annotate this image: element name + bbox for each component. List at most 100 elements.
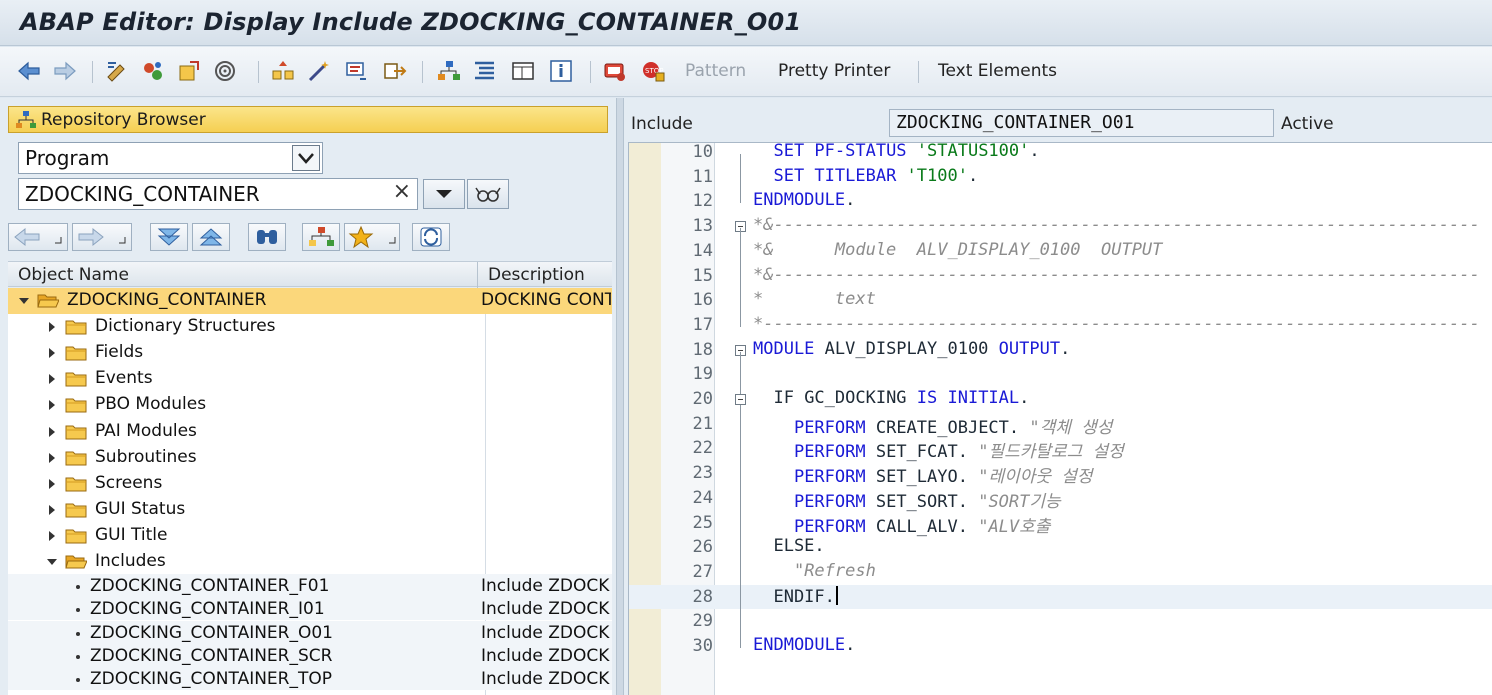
tree-folder-row[interactable]: Screens bbox=[8, 471, 612, 497]
tree-folder-row[interactable]: PAI Modules bbox=[8, 419, 612, 445]
code-line[interactable]: 19 bbox=[629, 362, 1492, 387]
favorites-icon[interactable] bbox=[344, 223, 400, 251]
folder-icon bbox=[65, 370, 87, 387]
pretty-printer-button[interactable]: Pretty Printer bbox=[778, 61, 890, 81]
line-number: 25 bbox=[692, 512, 713, 533]
code-line[interactable]: 20 IF GC_DOCKING IS INITIAL. bbox=[629, 387, 1492, 412]
code-text: *&--------------------------------------… bbox=[753, 264, 1480, 285]
code-line[interactable]: 15 *&------------------------------------… bbox=[629, 264, 1492, 289]
code-line[interactable]: 16 * text bbox=[629, 288, 1492, 313]
include-name-label: ZDOCKING_CONTAINER_O01 bbox=[90, 622, 333, 643]
tree-folder-row[interactable]: Includes bbox=[8, 549, 612, 575]
tree-folder-label: GUI Title bbox=[95, 524, 168, 545]
code-line[interactable]: 13 *&------------------------------------… bbox=[629, 214, 1492, 239]
tree-root-row[interactable]: ZDOCKING_CONTAINER DOCKING CONTAINER bbox=[8, 288, 612, 314]
session-breakpoint-icon[interactable]: STOP bbox=[640, 59, 666, 83]
dropdown-button[interactable] bbox=[423, 179, 465, 209]
code-line[interactable]: 14 *& Module ALV_DISPLAY_0100 OUTPUT bbox=[629, 239, 1492, 264]
fold-toggle-icon[interactable] bbox=[735, 394, 746, 405]
code-text: SET PF-STATUS 'STATUS100'. bbox=[773, 142, 1040, 161]
line-number: 19 bbox=[692, 364, 713, 385]
info-icon[interactable] bbox=[548, 59, 574, 83]
display-glasses-button[interactable] bbox=[467, 179, 509, 209]
magic-wand-icon[interactable] bbox=[306, 59, 332, 83]
tree-folder-label: Events bbox=[95, 368, 153, 389]
tree-folder-row[interactable]: Fields bbox=[8, 340, 612, 366]
move-icon[interactable] bbox=[382, 59, 408, 83]
tree-include-row[interactable]: ZDOCKING_CONTAINER_F01 Include ZDOCKING_C… bbox=[8, 574, 612, 598]
outline-icon[interactable] bbox=[472, 59, 498, 83]
collapse-arrow-icon bbox=[49, 452, 55, 463]
tree-folder-row[interactable]: GUI Status bbox=[8, 497, 612, 523]
code-line[interactable]: 10 SET PF-STATUS 'STATUS100'. bbox=[629, 142, 1492, 165]
code-line[interactable]: 11 SET TITLEBAR 'T100'. bbox=[629, 165, 1492, 190]
insert-icon[interactable] bbox=[344, 59, 370, 83]
breakpoint-icon[interactable] bbox=[602, 59, 628, 83]
back-icon[interactable] bbox=[8, 223, 68, 251]
tree-folder-row[interactable]: GUI Title bbox=[8, 523, 612, 549]
repository-browser-label: Repository Browser bbox=[41, 110, 206, 130]
refresh-icon[interactable] bbox=[412, 223, 450, 251]
window-icon[interactable] bbox=[510, 59, 536, 83]
code-line[interactable]: 24 PERFORM SET_SORT. "SORT기능 bbox=[629, 486, 1492, 512]
collapse-arrow-icon bbox=[49, 322, 55, 333]
object-name-column[interactable]: Object Name bbox=[18, 265, 129, 285]
code-line[interactable]: 28 ENDIF. bbox=[629, 584, 1492, 610]
find-icon[interactable] bbox=[248, 223, 286, 251]
code-line[interactable]: 29 bbox=[629, 609, 1492, 634]
display-change-icon[interactable] bbox=[104, 59, 130, 83]
application-toolbar: STOP Pattern Pretty Printer Text Element… bbox=[0, 47, 1492, 97]
code-line[interactable]: 17 *-------------------------------------… bbox=[629, 313, 1492, 338]
hierarchy-icon[interactable] bbox=[436, 59, 462, 83]
text-elements-button[interactable]: Text Elements bbox=[938, 61, 1057, 81]
code-line[interactable]: 21 PERFORM CREATE_OBJECT. "객체 생성 bbox=[629, 412, 1492, 438]
expand-all-icon[interactable] bbox=[150, 223, 188, 251]
where-used-icon[interactable] bbox=[212, 59, 238, 83]
tree-folder-row[interactable]: Subroutines bbox=[8, 445, 612, 471]
folder-icon bbox=[65, 396, 87, 413]
object-name-input[interactable]: ZDOCKING_CONTAINER × bbox=[18, 178, 418, 210]
tree-folder-row[interactable]: PBO Modules bbox=[8, 392, 612, 418]
line-number: 30 bbox=[692, 636, 713, 656]
tree-include-row[interactable]: ZDOCKING_CONTAINER_I01 Include ZDOCKING_C… bbox=[8, 597, 612, 621]
code-line[interactable]: 25 PERFORM CALL_ALV. "ALV호출 bbox=[629, 511, 1492, 537]
code-line[interactable]: 22 PERFORM SET_FCAT. "필드카탈로그 설정 bbox=[629, 436, 1492, 463]
folder-icon bbox=[65, 344, 87, 361]
code-line[interactable]: 18 MODULE ALV_DISPLAY_0100 OUTPUT. bbox=[629, 338, 1492, 363]
include-name-label: ZDOCKING_CONTAINER_F01 bbox=[90, 576, 330, 597]
object-type-value: Program bbox=[25, 146, 110, 170]
clear-icon[interactable]: × bbox=[393, 179, 411, 204]
tree-folder-row[interactable]: Events bbox=[8, 366, 612, 392]
forward-icon[interactable] bbox=[72, 223, 132, 251]
code-line[interactable]: 26 ELSE. bbox=[629, 535, 1492, 560]
code-line[interactable]: 23 PERFORM SET_LAYO. "레이아웃 설정 bbox=[629, 461, 1492, 487]
repository-browser-header[interactable]: Repository Browser bbox=[8, 106, 608, 133]
code-text: PERFORM SET_FCAT. "필드카탈로그 설정 bbox=[793, 442, 1124, 463]
hierarchy-icon[interactable] bbox=[302, 223, 340, 251]
tree-include-row[interactable]: ZDOCKING_CONTAINER_SCR Include ZDOCKING_C… bbox=[8, 643, 612, 667]
code-line[interactable]: 30 ENDMODULE. bbox=[629, 634, 1492, 659]
pane-splitter[interactable] bbox=[616, 98, 624, 695]
include-description: Include ZDOCKING_CONTAINER_O01 bbox=[481, 622, 611, 643]
tree-include-row[interactable]: ZDOCKING_CONTAINER_O01 Include ZDOCKING_C… bbox=[8, 620, 612, 644]
other-object-icon[interactable] bbox=[176, 59, 202, 83]
hierarchy-up-icon[interactable] bbox=[270, 59, 296, 83]
tree-folder-label: Subroutines bbox=[95, 446, 197, 467]
collapse-all-icon[interactable] bbox=[192, 223, 230, 251]
folder-open-icon bbox=[65, 553, 88, 570]
object-type-select[interactable]: Program bbox=[18, 142, 323, 174]
activate-icon[interactable] bbox=[140, 59, 166, 83]
code-line[interactable]: 12 ENDMODULE. bbox=[629, 189, 1492, 214]
collapse-arrow-icon bbox=[49, 530, 55, 541]
forward-icon[interactable] bbox=[52, 59, 78, 83]
back-icon[interactable] bbox=[16, 59, 42, 83]
code-editor[interactable]: 10 SET PF-STATUS 'STATUS100'. 11 SET TITL… bbox=[628, 142, 1492, 695]
chevron-down-icon[interactable] bbox=[292, 145, 320, 171]
tree-folder-row[interactable]: Dictionary Structures bbox=[8, 314, 612, 340]
description-column[interactable]: Description bbox=[488, 265, 585, 285]
tree-include-row[interactable]: ZDOCKING_CONTAINER_TOP Include ZDOCKING_C… bbox=[8, 666, 612, 690]
code-line[interactable]: 27 "Refresh bbox=[629, 560, 1492, 585]
pattern-button[interactable]: Pattern bbox=[685, 61, 746, 81]
code-text: PERFORM SET_SORT. "SORT기능 bbox=[793, 491, 1061, 512]
include-name-field: ZDOCKING_CONTAINER_O01 bbox=[889, 109, 1274, 137]
